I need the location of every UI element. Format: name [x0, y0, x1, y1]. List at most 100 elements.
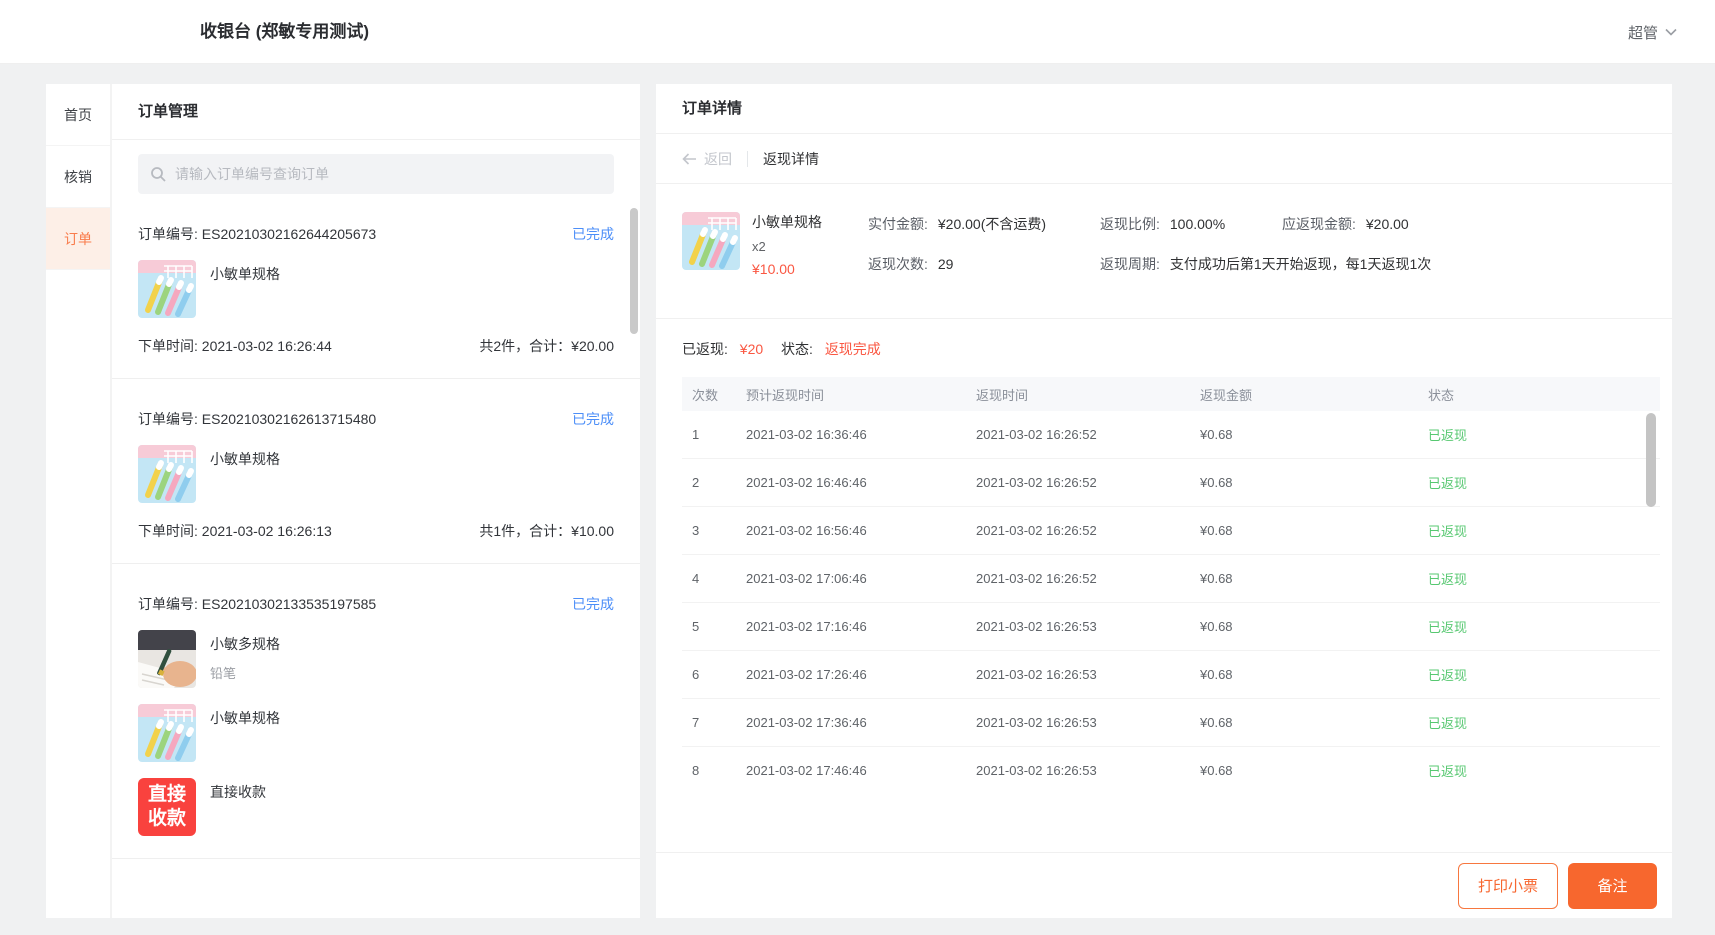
order-product: 直接 收款 直接收款	[138, 778, 614, 836]
order-list-item[interactable]: 订单编号: ES20210302162613715480 已完成 小敏单规格	[112, 379, 640, 564]
table-row: 62021-03-02 17:26:462021-03-02 16:26:53¥…	[682, 651, 1660, 699]
product-image-pens	[682, 212, 740, 270]
order-detail-card: 订单详情 返回 返现详情 小敏单规格 x2 ¥10.00 实付金额:¥20.00…	[656, 84, 1672, 918]
cashback-table: 次数 预计返现时间 返现时间 返现金额 状态 12021-03-02 16:36…	[682, 377, 1660, 777]
col-header-times: 次数	[682, 385, 746, 404]
order-status-badge: 已完成	[572, 409, 614, 429]
row-status: 已返现	[1428, 713, 1660, 732]
product-image-pens	[138, 704, 196, 762]
chevron-down-icon	[1665, 28, 1677, 36]
note-button[interactable]: 备注	[1568, 863, 1657, 909]
product-image-pencil	[138, 630, 196, 688]
col-header-status: 状态	[1428, 385, 1660, 404]
returned-amount: ¥20	[740, 341, 763, 357]
sidebar-item-home[interactable]: 首页	[46, 84, 110, 146]
user-name: 超管	[1628, 22, 1658, 43]
cashback-cycle: 返现周期:支付成功后第1天开始返现，每1天返现1次	[1100, 254, 1431, 274]
order-product: 小敏单规格	[138, 445, 614, 503]
product-name: 小敏单规格	[210, 260, 280, 284]
paid-amount: 实付金额:¥20.00(不含运费)	[868, 214, 1100, 234]
order-time: 下单时间: 2021-03-02 16:26:44	[138, 336, 332, 356]
order-head: 订单编号: ES20210302162613715480 已完成	[138, 409, 614, 429]
col-header-expected-time: 预计返现时间	[746, 385, 976, 404]
print-receipt-button[interactable]: 打印小票	[1458, 863, 1558, 909]
table-scrollbar-thumb[interactable]	[1646, 413, 1656, 507]
search-input[interactable]	[175, 166, 602, 182]
product-name: 小敏单规格	[752, 212, 822, 232]
order-list-scrollbar-thumb[interactable]	[630, 208, 638, 334]
product-name: 小敏单规格	[210, 445, 280, 469]
col-header-cashback-time: 返现时间	[976, 385, 1200, 404]
order-head: 订单编号: ES20210302133535197585 已完成	[138, 594, 614, 614]
row-status: 已返现	[1428, 473, 1660, 492]
top-bar: 收银台 (郑敏专用测试) 超管	[0, 0, 1715, 64]
cashback-times: 返现次数:29	[868, 254, 1100, 274]
arrow-left-icon	[682, 153, 697, 165]
order-number: 订单编号: ES20210302162644205673	[138, 224, 376, 244]
order-panel-title: 订单管理	[112, 84, 640, 140]
search-icon	[150, 166, 166, 182]
order-search-box[interactable]	[138, 154, 614, 194]
order-list: 订单编号: ES20210302162644205673 已完成 小敏单规格	[112, 194, 640, 918]
table-row: 12021-03-02 16:36:462021-03-02 16:26:52¥…	[682, 411, 1660, 459]
order-time: 下单时间: 2021-03-02 16:26:13	[138, 521, 332, 541]
nav-divider	[747, 151, 748, 167]
status-value: 返现完成	[825, 341, 881, 357]
order-foot: 下单时间: 2021-03-02 16:26:13 共1件，合计：¥10.00	[138, 521, 614, 541]
table-row: 32021-03-02 16:56:462021-03-02 16:26:52¥…	[682, 507, 1660, 555]
row-status: 已返现	[1428, 761, 1660, 777]
cashback-summary: 小敏单规格 x2 ¥10.00 实付金额:¥20.00(不含运费) 返现比例:1…	[656, 184, 1672, 318]
order-head: 订单编号: ES20210302162644205673 已完成	[138, 224, 614, 244]
orders-card: 首页 核销 订单 订单管理 订单编号: ES202103021626442	[46, 84, 640, 918]
order-summary: 共2件，合计：¥20.00	[479, 336, 614, 356]
order-product: 小敏单规格	[138, 260, 614, 318]
search-area	[112, 140, 640, 194]
summary-product: 小敏单规格 x2 ¥10.00	[682, 212, 868, 294]
table-row: 22021-03-02 16:46:462021-03-02 16:26:52¥…	[682, 459, 1660, 507]
order-product: 小敏多规格 铅笔	[138, 630, 614, 688]
order-list-item[interactable]: 订单编号: ES20210302133535197585 已完成 小敏多规格 铅…	[112, 564, 640, 859]
back-button[interactable]: 返回	[682, 149, 732, 169]
table-row: 72021-03-02 17:36:462021-03-02 16:26:53¥…	[682, 699, 1660, 747]
status-label: 状态:	[781, 341, 813, 357]
summary-info: 实付金额:¥20.00(不含运费) 返现比例:100.00% 应返现金额:¥20…	[868, 212, 1646, 294]
order-product: 小敏单规格	[138, 704, 614, 762]
cashback-status-line: 已返现: ¥20 状态: 返现完成	[656, 319, 1672, 377]
order-number: 订单编号: ES20210302133535197585	[138, 594, 376, 614]
order-status-badge: 已完成	[572, 224, 614, 244]
table-row: 82021-03-02 17:46:462021-03-02 16:26:53¥…	[682, 747, 1660, 777]
detail-footer: 打印小票 备注	[656, 852, 1672, 918]
table-row: 42021-03-02 17:06:462021-03-02 16:26:52¥…	[682, 555, 1660, 603]
sidebar-item-verify[interactable]: 核销	[46, 146, 110, 208]
product-spec: 铅笔	[210, 663, 280, 682]
product-qty: x2	[752, 239, 822, 254]
side-nav: 首页 核销 订单	[46, 84, 112, 918]
cashback-detail-title: 返现详情	[763, 149, 819, 169]
cashier-app: 收银台 (郑敏专用测试) 超管 首页 核销 订单 订单管理	[0, 0, 1715, 935]
product-name: 直接收款	[210, 778, 266, 802]
page-title: 收银台 (郑敏专用测试)	[200, 0, 369, 64]
order-summary: 共1件，合计：¥10.00	[479, 521, 614, 541]
order-status-badge: 已完成	[572, 594, 614, 614]
direct-pay-tile: 直接 收款	[138, 778, 196, 836]
detail-nav: 返回 返现详情	[656, 134, 1672, 184]
sidebar-item-orders[interactable]: 订单	[46, 208, 110, 270]
product-name: 小敏多规格	[210, 630, 280, 654]
order-foot: 下单时间: 2021-03-02 16:26:44 共2件，合计：¥20.00	[138, 336, 614, 356]
order-management-panel: 订单管理 订单编号: ES20210302162644205673 已完成	[112, 84, 640, 918]
row-status: 已返现	[1428, 569, 1660, 588]
col-header-amount: 返现金额	[1200, 385, 1428, 404]
order-number: 订单编号: ES20210302162613715480	[138, 409, 376, 429]
row-status: 已返现	[1428, 617, 1660, 636]
table-row: 52021-03-02 17:16:462021-03-02 16:26:53¥…	[682, 603, 1660, 651]
product-image-pens	[138, 445, 196, 503]
cashback-ratio: 返现比例:100.00%	[1100, 214, 1282, 234]
returned-label: 已返现:	[682, 341, 728, 357]
order-list-item[interactable]: 订单编号: ES20210302162644205673 已完成 小敏单规格	[112, 194, 640, 379]
table-header: 次数 预计返现时间 返现时间 返现金额 状态	[682, 377, 1660, 411]
cashback-due: 应返现金额:¥20.00	[1282, 214, 1409, 234]
user-menu[interactable]: 超管	[1628, 0, 1677, 64]
row-status: 已返现	[1428, 665, 1660, 684]
table-body: 12021-03-02 16:36:462021-03-02 16:26:52¥…	[682, 411, 1660, 777]
product-price: ¥10.00	[752, 261, 822, 277]
